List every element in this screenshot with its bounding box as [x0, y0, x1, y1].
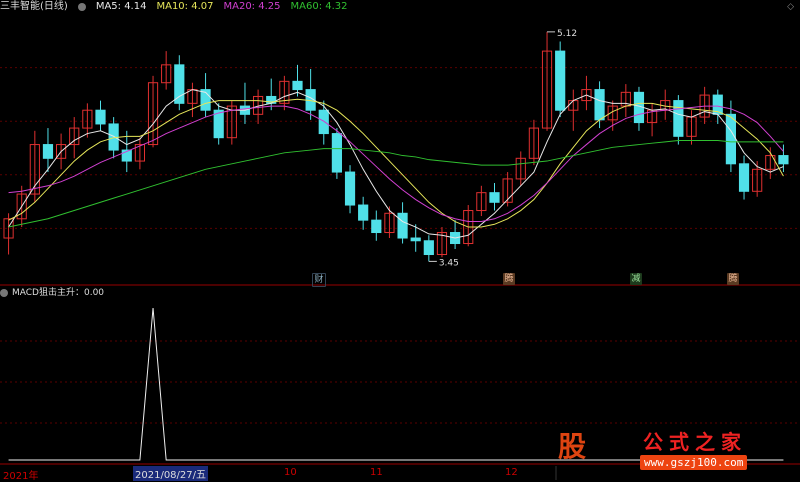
- chart-canvas[interactable]: 5.12 3.45: [0, 0, 800, 480]
- x-selected-date[interactable]: 2021/08/27/五: [133, 466, 209, 481]
- collapse-chevron-icon[interactable]: ◇: [787, 2, 794, 12]
- event-marker-teng-2[interactable]: 腾: [727, 273, 739, 285]
- ma10-label: MA10: 4.07: [156, 1, 214, 12]
- ma-line-ma5: [8, 89, 784, 239]
- ma-line-ma20: [8, 105, 784, 223]
- event-marker-cai[interactable]: 财: [312, 273, 326, 287]
- candle-body: [292, 80, 303, 91]
- high-price-label: 5.12: [557, 29, 577, 39]
- candle-body: [489, 192, 500, 203]
- candle-body: [371, 219, 382, 234]
- watermark-title: 公式之家: [643, 430, 747, 454]
- ma5-label: MA5: 4.14: [95, 1, 147, 12]
- candle-body: [397, 212, 408, 239]
- candle-body: [673, 100, 684, 137]
- candle-body: [738, 163, 750, 192]
- candle-body: [725, 113, 736, 165]
- main-chart-header: 三丰智能(日线) MA5: 4.14 MA10: 4.07 MA20: 4.25…: [0, 0, 348, 14]
- ma60-label: MA60: 4.32: [290, 1, 348, 12]
- settings-circle-icon[interactable]: [77, 3, 86, 11]
- event-marker-teng-1[interactable]: 腾: [503, 273, 515, 285]
- indicator-header: MACD狙击主升：0.00: [0, 287, 104, 299]
- candle-body: [410, 237, 421, 242]
- x-tick-11: 11: [370, 467, 383, 478]
- ma20-label: MA20: 4.25: [223, 1, 281, 12]
- candle-body: [555, 50, 566, 111]
- candle-body: [318, 109, 329, 135]
- watermark-logo: 股: [558, 430, 587, 463]
- watermark-url: www.gszj100.com: [640, 455, 748, 470]
- candle-body: [594, 89, 605, 121]
- candle-body: [358, 204, 369, 221]
- stock-title: 三丰智能(日线): [0, 1, 68, 12]
- candle-body: [344, 171, 356, 206]
- candle-body: [778, 155, 789, 165]
- x-tick-10: 10: [284, 467, 297, 478]
- candle-body: [42, 144, 54, 159]
- indicator-settings-icon[interactable]: [0, 289, 8, 297]
- candle-body: [174, 64, 185, 104]
- event-marker-jian[interactable]: 减: [630, 273, 642, 285]
- x-tick-12: 12: [505, 467, 518, 478]
- candle-body: [423, 240, 434, 256]
- candle-body: [331, 133, 342, 173]
- candle-body: [95, 109, 106, 125]
- low-price-label: 3.45: [439, 258, 459, 268]
- indicator-label: MACD狙击主升：0.00: [12, 288, 105, 298]
- ma-line-ma10: [8, 98, 784, 228]
